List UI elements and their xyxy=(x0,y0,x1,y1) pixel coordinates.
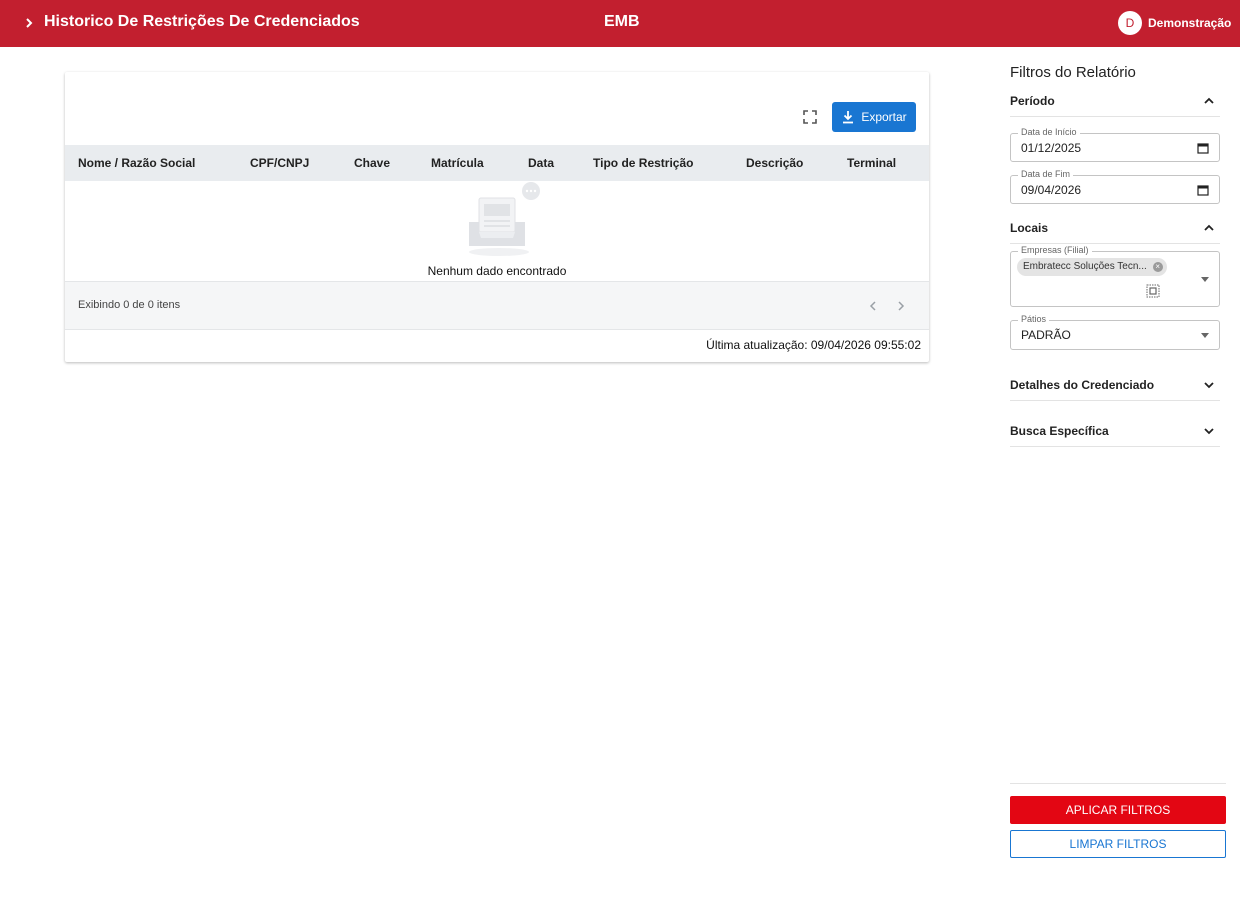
column-cpf-cnpj[interactable]: CPF/CNPJ xyxy=(250,156,309,170)
company-code: EMB xyxy=(604,13,640,30)
calendar-icon[interactable] xyxy=(1197,184,1209,196)
export-label: Exportar xyxy=(861,110,907,124)
user-name[interactable]: Demonstração xyxy=(1148,16,1231,30)
section-detalhes-label: Detalhes do Credenciado xyxy=(1010,378,1155,392)
chevron-right-icon[interactable] xyxy=(20,14,38,32)
section-busca[interactable]: Busca Específica xyxy=(1010,417,1220,447)
select-all-icon[interactable] xyxy=(1146,284,1160,298)
patios-value: PADRÃO xyxy=(1021,328,1071,342)
section-locais-label: Locais xyxy=(1010,221,1049,235)
section-periodo-label: Período xyxy=(1010,94,1055,108)
empresa-chip-label: Embratecc Soluções Tecn... xyxy=(1023,261,1147,272)
section-detalhes[interactable]: Detalhes do Credenciado xyxy=(1010,371,1220,401)
column-descricao[interactable]: Descrição xyxy=(746,156,803,170)
page-title: Historico De Restrições De Credenciados xyxy=(44,13,360,30)
items-count: Exibindo 0 de 0 itens xyxy=(78,299,181,311)
column-terminal[interactable]: Terminal xyxy=(847,156,896,170)
sidebar-divider xyxy=(1010,783,1226,784)
report-card: Exportar Nome / Razão Social CPF/CNPJ Ch… xyxy=(65,72,929,362)
calendar-icon[interactable] xyxy=(1197,142,1209,154)
download-icon xyxy=(843,111,854,124)
last-update: Última atualização: 09/04/2026 09:55:02 xyxy=(706,338,921,352)
data-inicio-value[interactable]: 01/12/2025 xyxy=(1021,141,1081,155)
data-fim-label: Data de Fim xyxy=(1018,169,1074,179)
column-tipo-restricao[interactable]: Tipo de Restrição xyxy=(593,156,693,170)
column-matricula[interactable]: Matrícula xyxy=(431,156,484,170)
chevron-up-icon[interactable] xyxy=(1202,221,1216,235)
empty-message: Nenhum dado encontrado xyxy=(427,264,567,278)
data-fim-value[interactable]: 09/04/2026 xyxy=(1021,183,1081,197)
clear-filters-button[interactable]: LIMPAR FILTROS xyxy=(1010,830,1226,858)
section-periodo[interactable]: Período xyxy=(1010,87,1220,117)
column-data[interactable]: Data xyxy=(528,156,554,170)
apply-filters-button[interactable]: APLICAR FILTROS xyxy=(1010,796,1226,824)
patios-select[interactable]: Pátios PADRÃO xyxy=(1010,314,1220,350)
top-bar: Historico De Restrições De Credenciados … xyxy=(0,0,1240,47)
section-locais[interactable]: Locais xyxy=(1010,214,1220,244)
data-fim-field[interactable]: Data de Fim 09/04/2026 xyxy=(1010,169,1220,204)
filters-title: Filtros do Relatório xyxy=(1010,64,1136,81)
remove-chip-icon[interactable]: × xyxy=(1152,262,1163,272)
table-footer: Exibindo 0 de 0 itens xyxy=(65,281,929,330)
chevron-down-icon[interactable] xyxy=(1202,424,1216,438)
empresas-select[interactable]: Empresas (Filial) Embratecc Soluções Tec… xyxy=(1010,245,1220,307)
data-inicio-label: Data de Início xyxy=(1018,127,1080,137)
dropdown-arrow-icon[interactable] xyxy=(1201,333,1209,338)
export-button[interactable]: Exportar xyxy=(832,102,916,132)
empresas-label: Empresas (Filial) xyxy=(1018,245,1092,255)
chevron-left-icon[interactable] xyxy=(867,299,879,313)
empresa-chip[interactable]: Embratecc Soluções Tecn... × xyxy=(1017,258,1167,276)
column-nome[interactable]: Nome / Razão Social xyxy=(78,156,195,170)
patios-label: Pátios xyxy=(1018,314,1050,324)
fullscreen-icon[interactable] xyxy=(803,110,817,124)
dropdown-arrow-icon[interactable] xyxy=(1201,277,1209,282)
avatar[interactable]: D xyxy=(1118,11,1142,35)
table-header: Nome / Razão Social CPF/CNPJ Chave Matrí… xyxy=(65,145,929,181)
section-busca-label: Busca Específica xyxy=(1010,424,1109,438)
chevron-up-icon[interactable] xyxy=(1202,94,1216,108)
chevron-right-icon[interactable] xyxy=(895,299,907,313)
column-chave[interactable]: Chave xyxy=(354,156,390,170)
chevron-down-icon[interactable] xyxy=(1202,378,1216,392)
empty-inbox-icon xyxy=(469,182,540,256)
data-inicio-field[interactable]: Data de Início 01/12/2025 xyxy=(1010,127,1220,162)
